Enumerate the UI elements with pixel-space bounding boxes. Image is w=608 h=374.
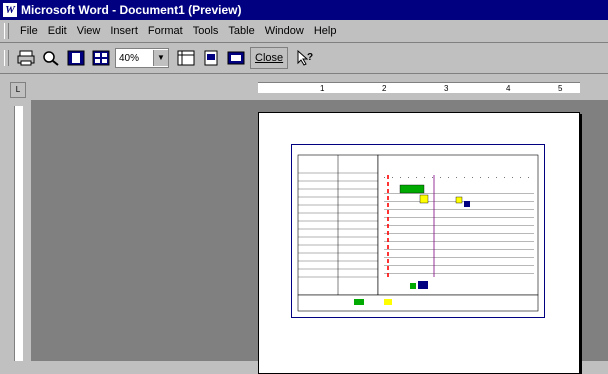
menubar-grip[interactable] [4, 23, 9, 39]
menu-edit[interactable]: Edit [43, 25, 72, 37]
horizontal-ruler-track [258, 82, 580, 93]
page-content-thumbnail [291, 144, 545, 318]
print-button[interactable] [15, 47, 37, 69]
one-page-icon [67, 50, 85, 66]
view-ruler-button[interactable] [175, 47, 197, 69]
printer-icon [17, 50, 35, 66]
menu-format[interactable]: Format [143, 25, 188, 37]
magnifier-icon [43, 51, 59, 66]
menu-insert[interactable]: Insert [105, 25, 143, 37]
svg-text:?: ? [307, 52, 313, 63]
word-app-icon: W [3, 3, 17, 17]
ruler-number: 2 [382, 84, 387, 93]
full-screen-icon [227, 51, 245, 65]
menu-file[interactable]: File [15, 25, 43, 37]
full-screen-button[interactable] [225, 47, 247, 69]
menu-help[interactable]: Help [309, 25, 342, 37]
close-preview-button[interactable]: Close [250, 47, 289, 69]
ruler-number: 3 [444, 84, 449, 93]
zoom-value: 40% [119, 52, 140, 64]
one-page-button[interactable] [65, 47, 87, 69]
ruler-number: 5 [558, 84, 563, 93]
ruler-icon [177, 50, 195, 66]
ruler-number: 4 [506, 84, 511, 93]
context-help-button[interactable]: ? [294, 47, 316, 69]
shrink-to-fit-icon [204, 50, 218, 66]
vertical-ruler[interactable] [11, 106, 25, 361]
multiple-pages-icon [92, 50, 110, 66]
menu-bar: File Edit View Insert Format Tools Table… [0, 20, 608, 43]
title-bar: W Microsoft Word - Document1 (Preview) [0, 0, 608, 20]
shrink-to-fit-button[interactable] [200, 47, 222, 69]
chevron-down-icon[interactable]: ▼ [153, 50, 168, 66]
horizontal-ruler[interactable]: 1 2 3 4 5 [258, 79, 580, 95]
gantt-table-thumbnail [292, 145, 544, 317]
print-preview-toolbar: 40% ▼ Close ? [0, 43, 608, 74]
preview-page[interactable] [258, 112, 580, 374]
zoom-combo[interactable]: 40% ▼ [115, 48, 169, 68]
menu-window[interactable]: Window [260, 25, 309, 37]
menu-view[interactable]: View [72, 25, 106, 37]
multiple-pages-button[interactable] [90, 47, 112, 69]
tab-selector-button[interactable]: L [10, 82, 26, 98]
window-title: Microsoft Word - Document1 (Preview) [21, 3, 242, 17]
menu-tools[interactable]: Tools [188, 25, 224, 37]
toolbar-grip[interactable] [4, 50, 9, 66]
vertical-ruler-track [14, 106, 23, 361]
magnifier-button[interactable] [40, 47, 62, 69]
preview-document-area[interactable] [31, 100, 608, 374]
help-pointer-icon: ? [297, 50, 313, 66]
ruler-number: 1 [320, 84, 325, 93]
menu-table[interactable]: Table [223, 25, 259, 37]
